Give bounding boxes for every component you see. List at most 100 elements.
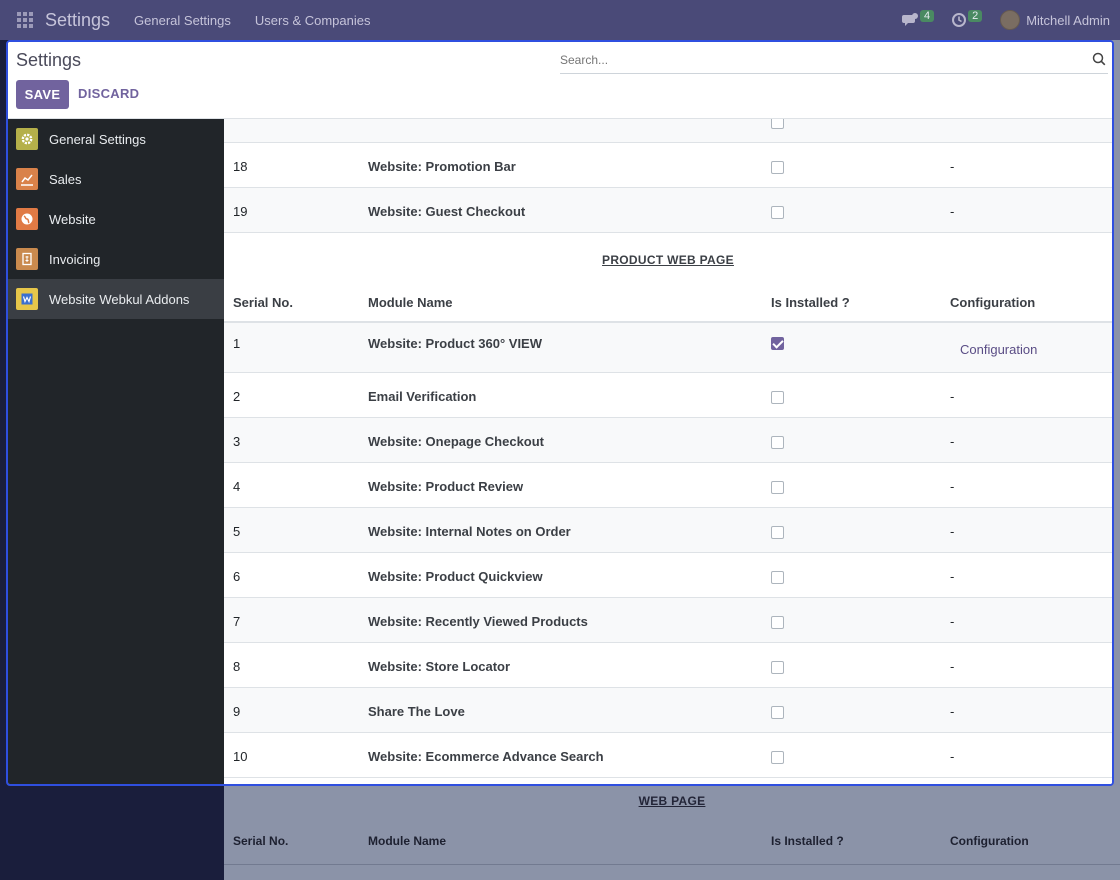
sidebar-item-sales[interactable]: Sales	[8, 159, 224, 199]
table-row: 19 Website: Guest Checkout -	[224, 188, 1112, 233]
installed-checkbox[interactable]	[771, 751, 784, 764]
serial-cell: 10	[233, 749, 248, 764]
sidebar-item-label: Website	[49, 211, 96, 227]
table-row: 9 Share The Love -	[224, 688, 1112, 733]
search-input[interactable]	[560, 46, 1108, 73]
installed-checkbox[interactable]	[771, 706, 784, 719]
user-avatar[interactable]	[1000, 10, 1021, 30]
module-name-cell: Share The Love	[368, 704, 465, 719]
serial-cell: 8	[233, 659, 241, 674]
web-header-config: Configuration	[950, 834, 1029, 848]
gear-icon	[16, 128, 38, 150]
installed-checkbox[interactable]	[771, 206, 784, 219]
module-name-cell: Website: Internal Notes on Order	[368, 524, 571, 539]
divider	[224, 864, 1120, 865]
module-name-cell: Website: Product Review	[368, 479, 524, 494]
table-row: 6 Website: Product Quickview -	[224, 553, 1112, 598]
header-installed: Is Installed ?	[771, 295, 850, 310]
control-panel: Settings SAVE DISCARD	[8, 42, 1112, 119]
invoice-icon	[16, 248, 38, 270]
installed-checkbox[interactable]	[771, 481, 784, 494]
configuration-link[interactable]: Configuration	[960, 342, 1037, 357]
config-cell: -	[950, 704, 955, 719]
config-cell: -	[950, 434, 955, 449]
config-cell: -	[950, 159, 955, 174]
messages-badge: 4	[919, 10, 935, 22]
messages-button[interactable]: 4	[901, 10, 935, 27]
sidebar-item-label: General Settings	[49, 131, 146, 147]
menu-users-companies[interactable]: Users & Companies	[255, 13, 371, 28]
menu-general-settings[interactable]: General Settings	[134, 13, 231, 28]
table-row: 5 Website: Internal Notes on Order -	[224, 508, 1112, 553]
serial-cell: 9	[233, 704, 241, 719]
table-row: 2 Email Verification -	[224, 373, 1112, 418]
config-cell: -	[950, 524, 955, 539]
installed-checkbox[interactable]	[771, 436, 784, 449]
module-name-cell: Website: Ecommerce Advance Search	[368, 749, 604, 764]
installed-checkbox[interactable]	[771, 119, 784, 129]
module-name-cell: Email Verification	[368, 389, 477, 404]
clock-icon	[952, 13, 967, 27]
installed-checkbox[interactable]	[771, 616, 784, 629]
table-header: Serial No. Module Name Is Installed ? Co…	[224, 279, 1112, 323]
config-cell: -	[950, 389, 955, 404]
installed-checkbox[interactable]	[771, 337, 784, 350]
installed-checkbox[interactable]	[771, 161, 784, 174]
web-header-serial: Serial No.	[233, 834, 289, 848]
config-cell: -	[950, 569, 955, 584]
module-name-cell: Website: Product Quickview	[368, 569, 543, 584]
chat-icon	[901, 13, 918, 26]
header-serial: Serial No.	[233, 295, 293, 310]
user-name[interactable]: Mitchell Admin	[1026, 13, 1110, 28]
config-cell: -	[950, 204, 955, 219]
serial-cell: 18	[233, 159, 248, 174]
apps-grid-icon[interactable]	[17, 12, 33, 28]
serial-cell: 5	[233, 524, 241, 539]
activities-button[interactable]: 2	[952, 10, 983, 27]
table-row: 3 Website: Onepage Checkout -	[224, 418, 1112, 463]
web-page-section-title: WEB PAGE	[638, 794, 706, 808]
page-title: Settings	[16, 50, 82, 70]
settings-content: 18 Website: Promotion Bar - 19 Website: …	[224, 119, 1112, 784]
serial-cell: 19	[233, 204, 248, 219]
installed-checkbox[interactable]	[771, 526, 784, 539]
header-module-name: Module Name	[368, 295, 453, 310]
app-brand[interactable]: Settings	[45, 10, 110, 31]
sidebar-item-label: Invoicing	[49, 251, 101, 267]
module-name-cell: Website: Product 360° VIEW	[368, 336, 542, 351]
table-row: 1 Website: Product 360° VIEW Configurati…	[224, 323, 1112, 373]
installed-checkbox[interactable]	[771, 571, 784, 584]
top-navbar: Settings General Settings Users & Compan…	[0, 0, 1120, 40]
save-button[interactable]: SAVE	[16, 80, 69, 109]
module-name-cell: Website: Promotion Bar	[368, 159, 516, 174]
module-name-cell: Website: Guest Checkout	[368, 204, 526, 219]
table-row	[224, 119, 1112, 143]
search-icon[interactable]	[1092, 52, 1106, 66]
header-configuration: Configuration	[950, 295, 1036, 310]
table-row: 7 Website: Recently Viewed Products -	[224, 598, 1112, 643]
installed-checkbox[interactable]	[771, 661, 784, 674]
web-header-module: Module Name	[368, 834, 447, 848]
webkul-icon	[16, 288, 38, 310]
settings-sidebar: General Settings Sales Website Invoicing…	[8, 119, 224, 784]
serial-cell: 6	[233, 569, 241, 584]
sidebar-item-website-webkul-addons[interactable]: Website Webkul Addons	[8, 279, 224, 319]
sidebar-item-label: Sales	[49, 171, 82, 187]
installed-checkbox[interactable]	[771, 391, 784, 404]
search-box	[560, 46, 1108, 74]
config-cell: -	[950, 479, 955, 494]
config-cell: -	[950, 659, 955, 674]
sidebar-item-general-settings[interactable]: General Settings	[8, 119, 224, 159]
module-name-cell: Website: Store Locator	[368, 659, 511, 674]
web-header-installed: Is Installed ?	[771, 834, 844, 848]
serial-cell: 1	[233, 336, 241, 351]
chart-icon	[16, 168, 38, 190]
config-cell: -	[950, 749, 955, 764]
sidebar-item-label: Website Webkul Addons	[49, 291, 190, 307]
serial-cell: 3	[233, 434, 241, 449]
serial-cell: 4	[233, 479, 241, 494]
discard-button[interactable]: DISCARD	[78, 86, 139, 101]
sidebar-item-website[interactable]: Website	[8, 199, 224, 239]
product-web-page-section-title: PRODUCT WEB PAGE	[602, 253, 734, 267]
sidebar-item-invoicing[interactable]: Invoicing	[8, 239, 224, 279]
